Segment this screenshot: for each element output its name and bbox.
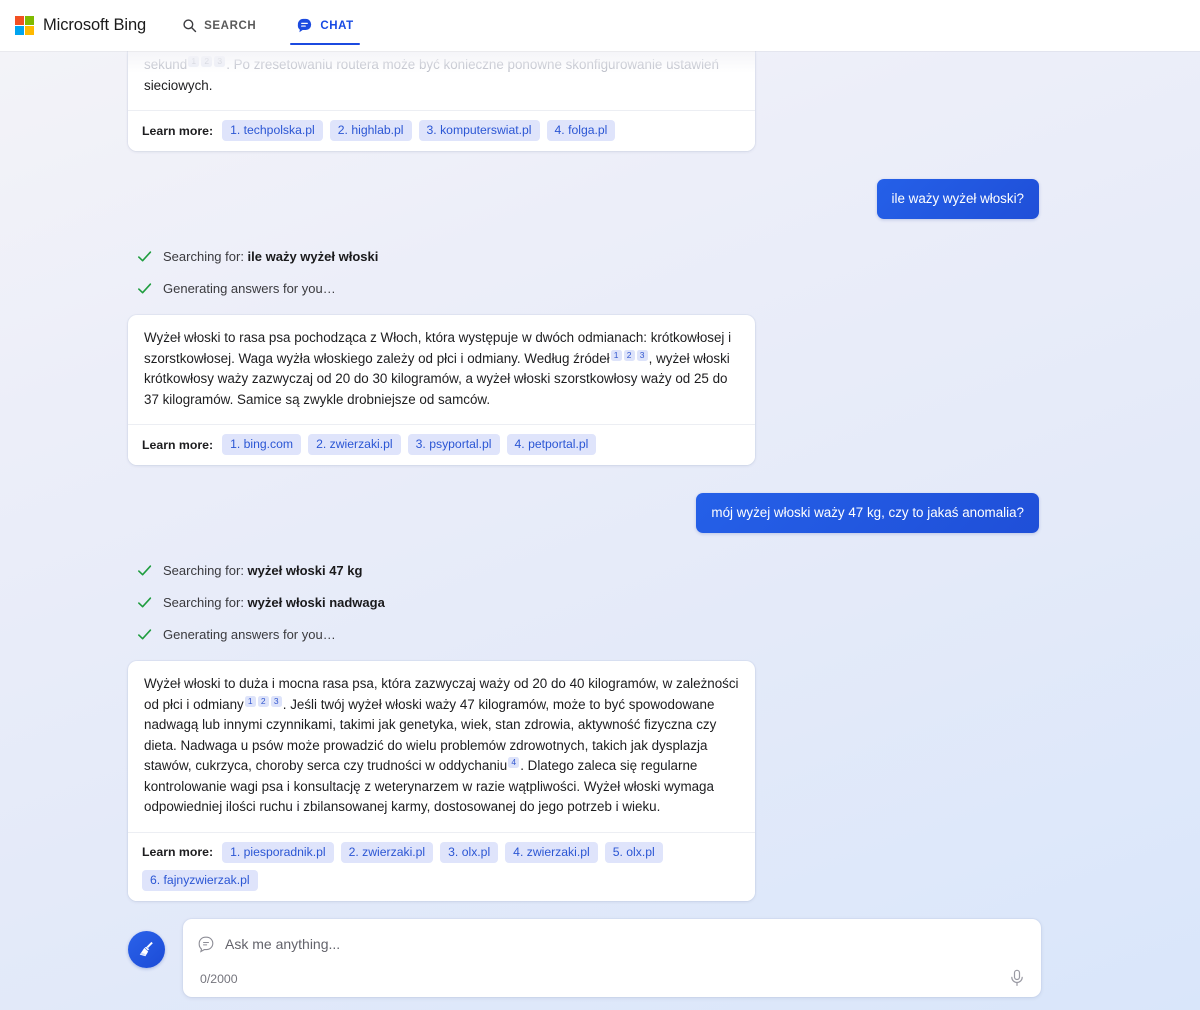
citation-badge[interactable]: 3 [636, 349, 648, 361]
user-message: mój wyżej włoski waży 47 kg, czy to jaka… [696, 493, 1039, 533]
learn-more-label: Learn more: [142, 123, 214, 138]
character-counter: 0/2000 [200, 972, 238, 986]
source-chip[interactable]: 3. psyportal.pl [407, 434, 500, 455]
status-prefix: Searching for: [163, 248, 248, 264]
citation-badge[interactable]: 2 [201, 56, 213, 67]
status-text: Searching for: wyżeł włoski nadwaga [163, 595, 385, 610]
checkmark-icon [138, 628, 152, 639]
status-query: ile waży wyżeł włoski [247, 248, 379, 264]
source-chip[interactable]: 6. fajnyzwierzak.pl [142, 869, 258, 891]
truncated-visible-text: sieciowych. [144, 77, 213, 93]
bot-message: Wyżeł włoski to rasa psa pochodząca z Wł… [128, 315, 755, 465]
status-group: Searching for: wyżeł włoski 47 kg Search… [0, 559, 1200, 645]
status-row-searching: Searching for: ile waży wyżeł włoski [136, 245, 1200, 267]
conversation-inner: sekund 1 2 3. Po zresetowaniu routera może … [0, 51, 1200, 911]
status-query: wyżeł włoski nadwaga [247, 594, 385, 610]
source-chip[interactable]: 3. komputerswiat.pl [418, 120, 540, 141]
learn-more-bar: Learn more: 1. techpolska.pl 2. highlab.… [128, 110, 755, 151]
bing-chat-page: Microsoft Bing SEARCH CHAT sekund 1 2 3 … [0, 0, 1200, 1010]
composer-input-card[interactable]: 0/2000 [183, 919, 1041, 997]
checkmark-icon [138, 282, 152, 293]
source-chip[interactable]: 4. petportal.pl [506, 434, 597, 455]
checkmark-icon [138, 564, 152, 575]
microsoft-logo [15, 16, 34, 35]
citation-badge[interactable]: 1 [610, 349, 622, 361]
bot-message-body: Wyżeł włoski to rasa psa pochodząca z Wł… [128, 315, 755, 424]
citation-badge[interactable]: 1 [188, 56, 200, 67]
source-chip[interactable]: 1. bing.com [222, 434, 302, 455]
bot-message-truncated-body: sekund 1 2 3. Po zresetowaniu routera może … [128, 51, 755, 110]
chat-bubble-icon [296, 17, 313, 34]
tab-chat[interactable]: CHAT [290, 0, 360, 51]
status-prefix: Searching for: [163, 562, 248, 578]
bot-message-body: Wyżeł włoski to duża i mocna rasa psa, k… [128, 661, 755, 832]
status-row-generating: Generating answers for you… [136, 277, 1200, 299]
search-icon [182, 18, 197, 33]
status-prefix: Searching for: [163, 594, 248, 610]
status-text: Searching for: wyżeł włoski 47 kg [163, 563, 362, 578]
status-text: Generating answers for you… [163, 280, 336, 296]
checkmark-icon [138, 596, 152, 607]
tab-search[interactable]: SEARCH [176, 0, 262, 51]
checkmark-icon [138, 250, 152, 261]
tab-chat-label: CHAT [320, 19, 354, 32]
source-chip[interactable]: 1. techpolska.pl [222, 120, 323, 141]
source-chip[interactable]: 4. zwierzaki.pl [505, 841, 598, 863]
brand[interactable]: Microsoft Bing [15, 16, 146, 35]
source-chip[interactable]: 5. olx.pl [604, 841, 663, 863]
brand-name: Microsoft Bing [43, 16, 147, 34]
learn-more-label: Learn more: [142, 845, 214, 859]
new-topic-button[interactable] [128, 931, 165, 968]
source-chip[interactable]: 1. piesporadnik.pl [222, 841, 334, 863]
conversation-scroll-area[interactable]: sekund 1 2 3. Po zresetowaniu routera może … [0, 51, 1200, 911]
source-chip[interactable]: 2. zwierzaki.pl [308, 434, 401, 455]
composer-input-row [183, 919, 1041, 953]
status-query: wyżeł włoski 47 kg [247, 562, 363, 578]
source-chip[interactable]: 3. olx.pl [440, 841, 499, 863]
source-chip[interactable]: 2. highlab.pl [329, 120, 412, 141]
citation-badge[interactable]: 2 [257, 695, 269, 707]
app-header: Microsoft Bing SEARCH CHAT [0, 0, 1200, 51]
status-row-searching: Searching for: wyżeł włoski 47 kg [136, 559, 1200, 581]
learn-more-bar: Learn more: 1. bing.com 2. zwierzaki.pl … [128, 424, 755, 465]
citation-badge[interactable]: 3 [270, 695, 282, 707]
citation-badge[interactable]: 1 [244, 695, 256, 707]
composer: 0/2000 [0, 911, 1200, 1010]
user-message: ile waży wyżeł włoski? [876, 179, 1039, 219]
status-row-searching: Searching for: wyżeł włoski nadwaga [136, 591, 1200, 613]
tab-search-label: SEARCH [204, 19, 257, 32]
microphone-icon[interactable] [1007, 968, 1027, 988]
broom-icon [139, 941, 153, 957]
source-chip[interactable]: 2. zwierzaki.pl [340, 841, 434, 863]
status-text: Searching for: ile waży wyżeł włoski [163, 249, 378, 264]
ask-input[interactable] [225, 936, 925, 952]
status-row-generating: Generating answers for you… [136, 623, 1200, 645]
truncated-faded-text: sekund [144, 57, 188, 72]
chat-bubble-outline-icon [198, 936, 214, 953]
citation-badge[interactable]: 4 [508, 757, 520, 768]
status-group: Searching for: ile waży wyżeł włoski Gen… [0, 245, 1200, 299]
citation-badge[interactable]: 3 [214, 56, 226, 67]
header-tabs: SEARCH CHAT [176, 0, 388, 51]
bot-message-truncated: sekund 1 2 3. Po zresetowaniu routera może … [128, 51, 755, 151]
citation-badge[interactable]: 2 [623, 349, 635, 361]
learn-more-bar: Learn more: 1. piesporadnik.pl 2. zwierz… [128, 831, 755, 901]
status-text: Generating answers for you… [163, 626, 336, 642]
learn-more-label: Learn more: [142, 437, 214, 452]
source-chip[interactable]: 4. folga.pl [546, 120, 616, 141]
bot-message: Wyżeł włoski to duża i mocna rasa psa, k… [128, 661, 755, 901]
truncated-faded-text-2: . Po zresetowaniu routera może być konie… [226, 57, 719, 72]
